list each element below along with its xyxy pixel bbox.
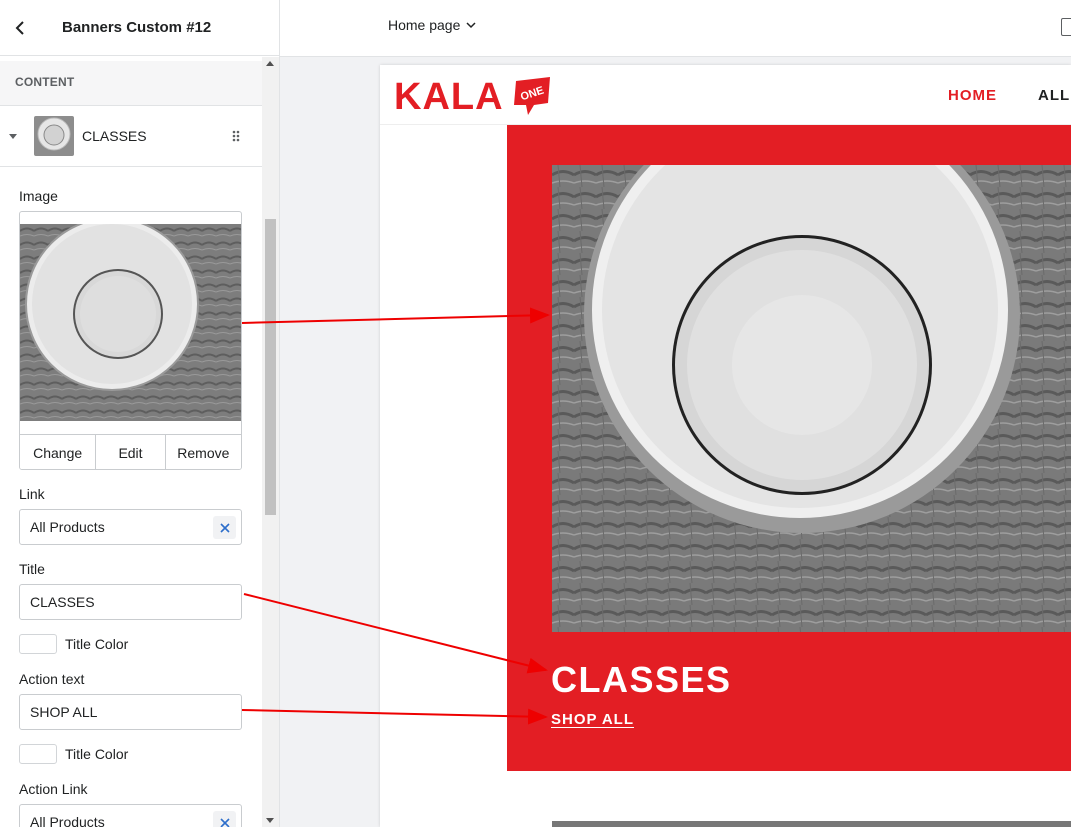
action-text-value: SHOP ALL xyxy=(30,704,98,720)
page-selector[interactable]: Home page xyxy=(388,17,476,33)
image-actions: Change Edit Remove xyxy=(20,434,241,469)
title-input-value: CLASSES xyxy=(30,594,95,610)
title-color-picker[interactable]: Title Color xyxy=(19,634,128,654)
remove-image-button[interactable]: Remove xyxy=(165,435,241,469)
action-link-value: All Products xyxy=(30,814,105,827)
drag-handle-icon[interactable] xyxy=(232,130,240,142)
action-link-label: Action Link xyxy=(19,781,88,797)
link-field[interactable]: All Products xyxy=(19,509,242,545)
sidebar-header: Banners Custom #12 xyxy=(0,0,279,56)
clear-x-icon xyxy=(219,817,230,827)
block-item-classes[interactable]: CLASSES xyxy=(0,106,262,167)
image-field-label: Image xyxy=(19,188,58,204)
banner-title: CLASSES xyxy=(551,659,732,700)
device-preview-icon[interactable] xyxy=(1061,18,1071,36)
image-preview xyxy=(20,224,241,421)
sidebar-scrollbar[interactable] xyxy=(262,57,279,827)
link-field-label: Link xyxy=(19,486,45,502)
content-section-label: CONTENT xyxy=(0,61,262,106)
nav-home-link[interactable]: HOME xyxy=(948,87,997,104)
title-color-label: Title Color xyxy=(65,636,129,652)
classes-banner[interactable]: CLASSES SHOP ALL xyxy=(507,125,1071,771)
action-text-label: Action text xyxy=(19,671,85,687)
edit-image-button[interactable]: Edit xyxy=(96,435,166,469)
block-thumbnail xyxy=(34,116,74,156)
scrollbar-thumb[interactable] xyxy=(265,219,276,515)
clear-action-link-button[interactable] xyxy=(213,811,236,827)
action-text-input[interactable]: SHOP ALL xyxy=(19,694,242,730)
action-color-swatch[interactable] xyxy=(19,744,57,764)
next-section-edge xyxy=(552,821,1071,827)
clear-link-button[interactable] xyxy=(213,516,236,539)
sidebar-title: Banners Custom #12 xyxy=(62,19,212,36)
chevron-down-icon xyxy=(466,21,476,28)
store-header: KALA ONE HOME ALL C xyxy=(380,65,1071,125)
title-color-swatch[interactable] xyxy=(19,634,57,654)
clear-x-icon xyxy=(219,522,230,533)
title-field-label: Title xyxy=(19,561,45,577)
store-preview: KALA ONE HOME ALL CLASSES SHOP ALL xyxy=(380,65,1071,827)
banner-image xyxy=(552,165,1071,632)
settings-sidebar: Banners Custom #12 CONTENT CLASSES Image xyxy=(0,0,280,827)
back-button[interactable] xyxy=(0,0,40,56)
nav-all-link[interactable]: ALL C xyxy=(1038,87,1071,104)
kala-logo[interactable]: KALA ONE xyxy=(394,73,554,117)
page-selector-label: Home page xyxy=(388,17,461,33)
change-image-button[interactable]: Change xyxy=(20,435,97,469)
block-name: CLASSES xyxy=(82,128,147,144)
editor-topbar: Home page xyxy=(280,0,1071,57)
banner-action-link[interactable]: SHOP ALL xyxy=(551,711,634,728)
scroll-down-icon[interactable] xyxy=(266,818,274,823)
image-picker: Change Edit Remove xyxy=(19,211,242,470)
action-link-field[interactable]: All Products xyxy=(19,804,242,827)
action-color-label: Title Color xyxy=(65,746,129,762)
scroll-up-icon[interactable] xyxy=(266,61,274,66)
action-color-picker[interactable]: Title Color xyxy=(19,744,128,764)
link-field-value: All Products xyxy=(30,519,105,535)
svg-text:KALA: KALA xyxy=(394,76,504,117)
title-input[interactable]: CLASSES xyxy=(19,584,242,620)
back-arrow-icon xyxy=(15,20,24,35)
caret-down-icon[interactable] xyxy=(9,133,17,139)
